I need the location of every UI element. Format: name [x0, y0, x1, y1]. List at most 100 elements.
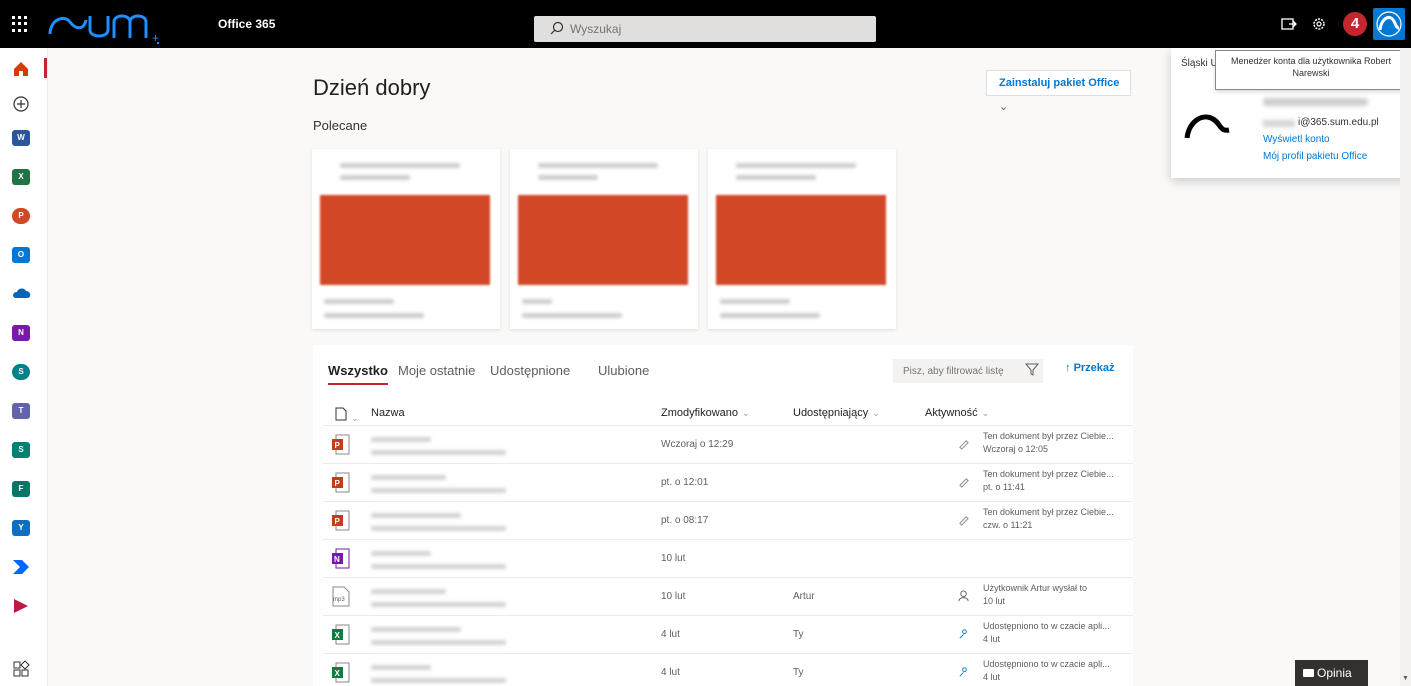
recommended-card[interactable]	[312, 149, 500, 329]
onedrive-icon[interactable]	[12, 286, 34, 308]
outlook-icon[interactable]: O	[12, 247, 34, 269]
activity-text: Udostępniono to w czacie apli... 4 lut	[983, 621, 1110, 644]
modified-date: 4 lut	[661, 667, 680, 678]
column-header-name[interactable]: Nazwa	[371, 407, 405, 419]
recommended-panel	[310, 145, 910, 330]
account-tooltip: Menedżer konta dla użytkownika Robert Na…	[1215, 50, 1407, 90]
activity-text: Udostępniono to w czacie apli... 4 lut	[983, 659, 1110, 682]
ppt-file-icon: P	[332, 510, 350, 531]
column-header-activity[interactable]: Aktywność ⌄	[925, 407, 989, 419]
install-office-button[interactable]: Zainstaluj pakiet Office ⌄	[986, 70, 1131, 113]
search-box[interactable]	[534, 16, 876, 42]
file-type-header[interactable]: ⌄	[335, 407, 359, 424]
column-header-shared-by[interactable]: Udostępniający ⌄	[793, 407, 880, 419]
recommended-card[interactable]	[708, 149, 896, 329]
sharepoint-icon[interactable]: S	[12, 364, 34, 386]
active-indicator	[44, 58, 47, 78]
file-row[interactable]: mp3 10 lut Artur Użytkownik Artur wysłał to…	[323, 577, 1133, 615]
account-avatar[interactable]	[1373, 8, 1405, 40]
create-icon[interactable]	[12, 95, 34, 117]
all-apps-icon[interactable]	[12, 660, 34, 682]
tab-all[interactable]: Wszystko	[328, 363, 388, 385]
column-header-modified[interactable]: Zmodyfikowano ⌄	[661, 407, 750, 419]
forms-icon[interactable]: F	[12, 481, 34, 503]
filter-input[interactable]	[893, 359, 1043, 383]
yammer-icon[interactable]: Y	[12, 520, 34, 542]
file-row[interactable]: X 4 lut Ty Udostępniono to w czacie apli...…	[323, 653, 1133, 686]
modified-date: 10 lut	[661, 553, 686, 564]
blurred-file-name[interactable]	[371, 513, 461, 518]
blurred-file-path	[371, 488, 506, 493]
edit-icon	[959, 516, 969, 526]
home-icon[interactable]	[12, 60, 34, 82]
blurred-file-name[interactable]	[371, 475, 446, 480]
app-name[interactable]: Office 365	[218, 17, 275, 31]
office-profile-link[interactable]: Mój profil pakietu Office	[1263, 151, 1367, 162]
account-email-prefix	[1263, 120, 1295, 127]
tab-shared[interactable]: Udostępnione	[490, 363, 570, 378]
activity-text: Ten dokument był przez Ciebie... czw. o 1…	[983, 507, 1114, 530]
word-icon[interactable]: W	[12, 130, 34, 152]
recommended-card[interactable]	[510, 149, 698, 329]
blurred-file-name[interactable]	[371, 551, 431, 556]
organization-name: Śląski U	[1181, 58, 1218, 69]
settings-icon[interactable]	[1309, 14, 1329, 34]
search-input[interactable]	[570, 20, 860, 38]
power-automate-icon[interactable]	[12, 559, 34, 581]
modified-date: pt. o 12:01	[661, 477, 709, 488]
svg-text:P: P	[335, 479, 341, 488]
teams-icon[interactable]: T	[12, 403, 34, 425]
shared-by: Ty	[793, 667, 804, 678]
modified-date: Wczoraj o 12:29	[661, 439, 734, 450]
app-launcher-waffle-icon[interactable]	[10, 14, 30, 34]
sum-logo[interactable]: +	[46, 8, 196, 44]
modified-date: 10 lut	[661, 591, 686, 602]
svg-text:P: P	[335, 517, 341, 526]
file-row[interactable]: X 4 lut Ty Udostępniono to w czacie apli...…	[323, 615, 1133, 653]
blurred-file-name[interactable]	[371, 437, 431, 442]
search-icon	[550, 21, 564, 35]
stream-icon[interactable]	[12, 598, 34, 620]
blurred-file-name[interactable]	[371, 589, 446, 594]
document-icon	[335, 407, 347, 421]
account-logo-icon	[1376, 11, 1402, 37]
excel-icon[interactable]: X	[12, 169, 34, 191]
files-panel: Wszystko Moje ostatnie Udostępnione Ulub…	[313, 345, 1133, 686]
notification-badge[interactable]: 4	[1343, 12, 1367, 36]
sway-icon[interactable]: S	[12, 442, 34, 464]
file-row[interactable]: Ppt. o 08:17 Ten dokument był przez Ciebi…	[323, 501, 1133, 539]
file-row[interactable]: Ppt. o 12:01 Ten dokument był przez Ciebi…	[323, 463, 1133, 501]
view-account-link[interactable]: Wyświetl konto	[1263, 134, 1330, 145]
powerpoint-icon[interactable]: P	[12, 208, 34, 230]
blurred-file-name[interactable]	[371, 627, 461, 632]
activity-text: Ten dokument był przez Ciebie... Wczoraj …	[983, 431, 1114, 454]
scrollbar[interactable]: ▼	[1400, 48, 1411, 686]
blurred-file-name[interactable]	[371, 665, 431, 670]
edit-icon	[959, 440, 969, 450]
file-row[interactable]: N 10 lut	[323, 539, 1133, 577]
blurred-file-path	[371, 602, 506, 607]
person-icon	[958, 590, 969, 602]
filter-icon[interactable]	[1025, 362, 1039, 376]
upload-button[interactable]: ↑ Przekaż	[1065, 362, 1115, 374]
feedback-button[interactable]: Opinia	[1295, 660, 1368, 686]
modified-date: 4 lut	[661, 629, 680, 640]
tab-recent[interactable]: Moje ostatnie	[398, 363, 475, 378]
shared-by: Artur	[793, 591, 815, 602]
tab-favorites[interactable]: Ulubione	[598, 363, 649, 378]
blurred-file-path	[371, 450, 506, 455]
excel-file-icon: X	[332, 624, 350, 645]
scroll-down-arrow-icon[interactable]: ▼	[1402, 675, 1409, 682]
svg-text:mp3: mp3	[333, 597, 345, 603]
file-row[interactable]: P Wczoraj o 12:29 Ten dokument był przez C…	[323, 425, 1133, 463]
modified-date: pt. o 08:17	[661, 515, 709, 526]
share-people-icon	[959, 667, 967, 677]
onenote-icon[interactable]: N	[12, 325, 34, 347]
recommended-title: Polecane	[313, 118, 368, 133]
app-rail: W X P O N S T S F Y	[0, 48, 48, 686]
svg-text:P: P	[335, 441, 341, 450]
svg-text:X: X	[335, 669, 341, 678]
share-people-icon	[959, 629, 967, 639]
share-icon[interactable]	[1279, 14, 1299, 34]
blurred-file-path	[371, 678, 506, 683]
